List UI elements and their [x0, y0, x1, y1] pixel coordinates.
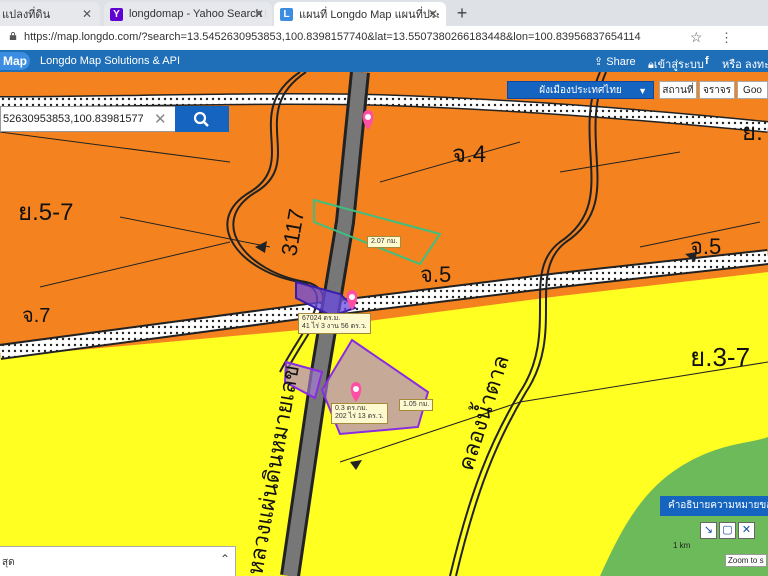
tab-title: แผนที่ Longdo Map แผนที่ประเทศไ: [299, 9, 439, 21]
tab-yahoo-search[interactable]: Y longdomap - Yahoo Search Resu ✕: [104, 2, 272, 26]
yahoo-icon: Y: [110, 7, 123, 21]
map-canvas[interactable]: ย.5-7 จ.4 ย. จ.5 จ.5 จ.7 ย.3-7 3117 หลวง…: [0, 72, 768, 576]
close-icon[interactable]: ✕: [82, 7, 92, 21]
clear-measure-icon[interactable]: ✕: [738, 522, 755, 539]
area-label-line: 41 ไร่ 3 งาน 56 ตร.ว.: [302, 323, 367, 331]
tab-land-plot[interactable]: แปลงที่ดิน ✕: [0, 2, 100, 26]
share-button[interactable]: ⇪ Share: [594, 55, 636, 68]
results-panel[interactable]: สุด ⌃: [0, 546, 236, 576]
map-type-places-button[interactable]: สถานที่: [659, 81, 697, 99]
area-label: 67024 ตร.ม. 41 ไร่ 3 งาน 56 ตร.ว.: [298, 313, 371, 334]
area-label-line: 202 ไร่ 13 ตร.ว.: [335, 413, 384, 421]
legend-button[interactable]: คำอธิบายความหมายของ: [660, 496, 768, 516]
share-label: Share: [606, 56, 636, 68]
zone-label: จ.4: [452, 141, 486, 168]
measure-tools: ↘ ▢ ✕: [700, 522, 755, 540]
address-bar: https://map.longdo.com/?search=13.545263…: [0, 26, 768, 51]
login-link[interactable]: 🔒︎เข้าสู่ระบบ: [648, 55, 704, 73]
longdo-header: Map Longdo Map Solutions & API ⇪ Share 🔒…: [0, 50, 768, 72]
zone-label: จ.7: [22, 305, 50, 327]
browser-tab-bar: แปลงที่ดิน ✕ Y longdomap - Yahoo Search …: [0, 0, 768, 26]
new-tab-button[interactable]: +: [452, 3, 472, 24]
zone-label: ย.3-7: [690, 342, 750, 372]
search-box: ✕: [0, 106, 229, 132]
map-graphics: ย.5-7 จ.4 ย. จ.5 จ.5 จ.7 ย.3-7 3117 หลวง…: [0, 72, 768, 576]
close-icon[interactable]: ✕: [254, 7, 264, 21]
longdo-logo[interactable]: Map: [0, 52, 30, 70]
distance-label: 2.07 กม.: [367, 236, 402, 249]
zoom-tooltip: Zoom to s: [725, 554, 767, 567]
search-button[interactable]: [175, 106, 229, 132]
browser-menu-icon[interactable]: ⋮: [720, 30, 733, 46]
map-type-google-button[interactable]: Goo: [737, 81, 768, 99]
tab-longdo-map[interactable]: L แผนที่ Longdo Map แผนที่ประเทศไ ✕: [274, 2, 446, 26]
distance-label: 1.05 กม.: [399, 399, 434, 412]
share-icon: ⇪: [594, 56, 607, 68]
clear-search-icon[interactable]: ✕: [154, 110, 167, 128]
close-icon[interactable]: ✕: [428, 7, 438, 21]
layer-select[interactable]: ผังเมืองประเทศไทย ▼: [507, 81, 654, 99]
tab-title: longdomap - Yahoo Search Resu: [129, 8, 266, 20]
longdo-favicon-icon: L: [280, 7, 293, 21]
login-label: เข้าสู่ระบบ: [653, 59, 704, 71]
scale-bar: 1 km: [673, 541, 691, 550]
measure-line-icon[interactable]: ↘: [700, 522, 717, 539]
zone-label: ย.: [742, 119, 763, 146]
road-number: 3117: [276, 207, 309, 258]
chevron-up-icon[interactable]: ⌃: [220, 552, 230, 566]
results-panel-text: สุด: [2, 557, 15, 568]
brand-link[interactable]: Longdo Map Solutions & API: [40, 55, 180, 67]
url-field[interactable]: https://map.longdo.com/?search=13.545263…: [24, 31, 641, 43]
zone-label: จ.5: [420, 262, 451, 287]
register-link[interactable]: หรือ ลงทะเบ: [722, 55, 768, 73]
map-type-traffic-button[interactable]: จราจร: [699, 81, 735, 99]
lock-icon: [9, 32, 17, 40]
facebook-icon[interactable]: f: [705, 55, 709, 67]
measure-area-icon[interactable]: ▢: [719, 522, 736, 539]
search-icon: [193, 111, 209, 127]
area-label: 0.3 ตร.กม. 202 ไร่ 13 ตร.ว.: [331, 403, 388, 424]
zone-label: จ.5: [690, 234, 721, 259]
tab-title: แปลงที่ดิน: [2, 9, 51, 21]
bookmark-star-icon[interactable]: ☆: [690, 29, 703, 46]
layer-select-label: ผังเมืองประเทศไทย: [539, 85, 622, 96]
search-input[interactable]: [3, 109, 143, 129]
zone-label: ย.5-7: [18, 199, 73, 226]
chevron-down-icon: ▼: [638, 86, 647, 96]
